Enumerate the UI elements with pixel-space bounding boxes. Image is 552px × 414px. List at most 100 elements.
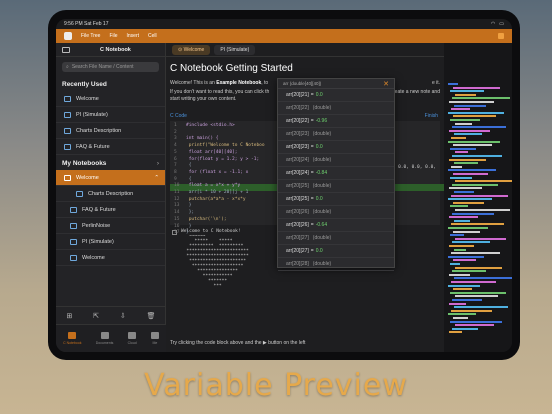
recent-item[interactable]: Welcome bbox=[56, 91, 165, 107]
popup-title: arr (double[40][40]) bbox=[283, 81, 322, 86]
document-icon bbox=[64, 143, 71, 150]
minimap-line bbox=[452, 299, 482, 301]
notebook-item[interactable]: PI (Simulate) bbox=[56, 234, 165, 250]
variable-row[interactable]: arr[20][27] (double) bbox=[278, 232, 394, 245]
minimap-line bbox=[452, 155, 502, 157]
minimap-line bbox=[455, 209, 510, 211]
minimap-line bbox=[448, 83, 458, 85]
minimap-line bbox=[450, 90, 484, 93]
minimap-line bbox=[448, 169, 496, 172]
variable-row[interactable]: arr[20][23] (double) bbox=[278, 128, 394, 141]
minimap-line bbox=[455, 151, 468, 154]
minimap-line bbox=[453, 201, 484, 204]
menu-file-tree[interactable]: File Tree bbox=[81, 33, 100, 39]
variable-row[interactable]: arr[20][21] = 0.0 bbox=[278, 89, 394, 102]
tab-documents[interactable]: Documents bbox=[96, 332, 113, 345]
chevron-up-icon: ⌃ bbox=[154, 174, 159, 181]
recent-item[interactable]: FAQ & Future bbox=[56, 139, 165, 155]
status-date: Sat Feb 17 bbox=[84, 21, 109, 27]
minimap-line bbox=[451, 137, 466, 139]
tab-pi-simulate[interactable]: PI (Simulate) bbox=[214, 44, 256, 55]
sidebar-title: C Notebook bbox=[100, 46, 131, 53]
recent-item[interactable]: Charts Description bbox=[56, 123, 165, 139]
tab-cloud[interactable]: Cloud bbox=[128, 332, 137, 345]
minimap-line bbox=[448, 313, 476, 316]
variable-row[interactable]: arr[20][28] (double) bbox=[278, 258, 394, 271]
import-icon[interactable]: ⇩ bbox=[120, 312, 126, 320]
minimap-line bbox=[451, 194, 508, 197]
minimap-line bbox=[453, 317, 468, 319]
popup-header: arr (double[40][40]) ✕ bbox=[278, 79, 394, 89]
document-icon bbox=[70, 222, 77, 229]
minimap-line bbox=[451, 165, 462, 168]
variable-row[interactable]: arr[20][22] (double) bbox=[278, 102, 394, 115]
minimap-line bbox=[452, 183, 498, 186]
notebook-item[interactable]: FAQ & Future bbox=[56, 202, 165, 218]
menu-file[interactable]: File bbox=[109, 33, 117, 39]
notebook-tabs: ⊙ Welcome PI (Simulate) bbox=[166, 43, 444, 57]
minimap-line bbox=[449, 302, 466, 305]
code-finish-link[interactable]: Finish bbox=[425, 113, 438, 119]
search-input[interactable]: ⌕ Search File Name / Content bbox=[62, 62, 159, 72]
sidebar-toolbar: ⊞ ⇱ ⇩ 🗑 bbox=[56, 306, 166, 324]
minimap-line bbox=[453, 144, 492, 147]
minimap-line bbox=[454, 133, 482, 136]
page-title: C Notebook Getting Started bbox=[170, 63, 293, 74]
minimap-line bbox=[454, 191, 474, 193]
minimap-line bbox=[449, 187, 482, 190]
variable-row[interactable]: arr[20][22] = -0.96 bbox=[278, 115, 394, 128]
menu-square-icon[interactable] bbox=[498, 33, 504, 39]
variable-row[interactable]: arr[20][26] (double) bbox=[278, 206, 394, 219]
minimap-line bbox=[451, 252, 500, 255]
close-icon[interactable]: ✕ bbox=[383, 80, 389, 88]
document-icon bbox=[64, 127, 71, 134]
move-icon[interactable]: ⇱ bbox=[93, 312, 99, 320]
variable-row[interactable]: arr[20][24] = -0.84 bbox=[278, 167, 394, 180]
tab-me[interactable]: Me bbox=[150, 332, 159, 345]
minimap-line bbox=[455, 295, 498, 298]
menu-cell[interactable]: Cell bbox=[148, 33, 157, 39]
person-icon bbox=[150, 332, 159, 339]
documents-icon bbox=[100, 332, 109, 339]
trash-icon[interactable]: 🗑 bbox=[147, 312, 156, 320]
folder-icon bbox=[64, 174, 71, 181]
minimap-line bbox=[451, 281, 496, 283]
notebook-item[interactable]: Charts Description bbox=[56, 186, 165, 202]
minimap-line bbox=[449, 101, 494, 103]
minimap-line bbox=[449, 158, 486, 161]
minimap-line bbox=[448, 111, 504, 114]
tab-welcome[interactable]: ⊙ Welcome bbox=[172, 44, 211, 55]
variable-row[interactable]: arr[20][23] = 0.0 bbox=[278, 141, 394, 154]
notebook-item[interactable]: PerlinNoise bbox=[56, 218, 165, 234]
minimap-line bbox=[449, 129, 490, 132]
variable-preview-popup[interactable]: arr (double[40][40]) ✕ arr[20][21] = 0.0… bbox=[277, 78, 395, 271]
tab-c-notebook[interactable]: C Notebook bbox=[63, 332, 82, 345]
minimap-line bbox=[453, 288, 472, 291]
minimap-line bbox=[450, 320, 502, 323]
minimap-line bbox=[451, 223, 504, 226]
minimap-line bbox=[455, 180, 512, 183]
notebook-item[interactable]: Welcome bbox=[56, 250, 165, 266]
minimap-line bbox=[452, 327, 478, 330]
minimap-line bbox=[452, 97, 510, 100]
menu-insert[interactable]: Insert bbox=[127, 33, 140, 39]
sidebar-toggle-icon[interactable] bbox=[62, 46, 70, 53]
new-folder-icon[interactable]: ⊞ bbox=[66, 312, 72, 320]
recent-item[interactable]: PI (Simulate) bbox=[56, 107, 165, 123]
variable-row[interactable]: arr[20][25] = 0.0 bbox=[278, 193, 394, 206]
variable-row[interactable]: arr[20][27] = 0.0 bbox=[278, 245, 394, 258]
minimap-line bbox=[450, 119, 480, 121]
minimap-line bbox=[448, 227, 488, 229]
minimap-line bbox=[448, 140, 500, 143]
variable-row[interactable]: arr[20][24] (double) bbox=[278, 154, 394, 167]
notebooks-header[interactable]: My Notebooks › bbox=[56, 155, 165, 170]
notebook-folder-welcome[interactable]: Welcome ⌃ bbox=[56, 170, 165, 186]
minimap-line bbox=[453, 230, 480, 233]
document-icon bbox=[70, 206, 77, 213]
code-side-values: 0.0, 0.0, 0.0, bbox=[398, 165, 436, 170]
variable-row[interactable]: arr[20][26] = -0.64 bbox=[278, 219, 394, 232]
chevron-right-icon: › bbox=[156, 160, 159, 167]
variable-row[interactable]: arr[20][25] (double) bbox=[278, 180, 394, 193]
minimap-line bbox=[454, 248, 466, 251]
minimap-line bbox=[448, 284, 480, 287]
